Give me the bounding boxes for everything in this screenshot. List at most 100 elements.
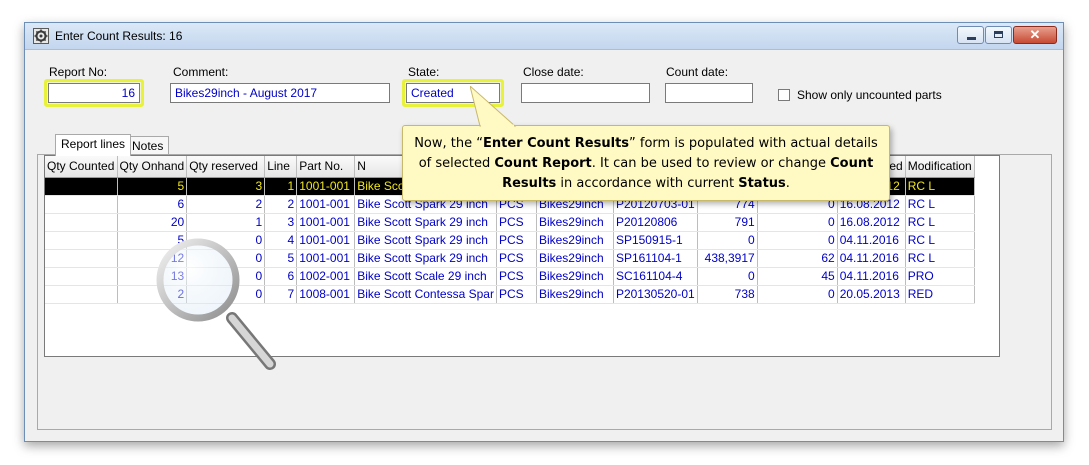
cell-batch[interactable]: P20130520-01 (613, 285, 698, 304)
col-qty-onhand[interactable]: Qty Onhand (117, 156, 188, 178)
show-uncounted-checkbox[interactable] (778, 89, 790, 101)
col-line[interactable]: Line (264, 156, 298, 178)
empty-cell (905, 321, 974, 339)
cell-received[interactable]: 20.05.2013 (837, 285, 906, 304)
empty-cell (757, 321, 837, 339)
cell-modification[interactable]: RC L (905, 177, 975, 196)
empty-cell (837, 321, 905, 339)
cell-group[interactable]: Bikes29inch (536, 231, 614, 250)
callout-text-5: . (785, 176, 790, 191)
col-qty-counted[interactable]: Qty Counted (45, 156, 118, 178)
cell-unit[interactable]: PCS (496, 267, 537, 286)
cell-qty-counted[interactable] (45, 195, 118, 214)
col-qty-reserved[interactable]: Qty reserved (186, 156, 266, 178)
cell-name[interactable]: Bike Scott Contessa Spar (354, 285, 497, 304)
cell-received[interactable]: 16.08.2012 (837, 213, 906, 232)
count-date-label: Count date: (666, 65, 729, 79)
callout-bold-2: Count Report (494, 156, 592, 171)
cell-unit[interactable]: PCS (496, 231, 537, 250)
minimize-button[interactable] (957, 26, 984, 44)
cell-part-no[interactable]: 1001-001 (296, 177, 356, 196)
cell-qty-reserved[interactable]: 3 (186, 177, 266, 196)
callout-text-1: Now, the “ (414, 136, 483, 151)
empty-cell (613, 303, 697, 321)
cell-value-b[interactable]: 0 (757, 213, 838, 232)
cell-modification[interactable]: RC L (905, 231, 975, 250)
empty-cell (905, 339, 974, 356)
comment-label: Comment: (173, 65, 229, 79)
empty-cell (355, 339, 497, 356)
cell-batch[interactable]: P20120806 (613, 213, 698, 232)
cell-qty-onhand[interactable]: 6 (117, 195, 188, 214)
col-modification[interactable]: Modification (905, 156, 975, 178)
cell-group[interactable]: Bikes29inch (536, 267, 614, 286)
comment-field[interactable]: Bikes29inch - August 2017 (170, 83, 390, 103)
cell-unit[interactable]: PCS (496, 285, 537, 304)
cell-value-a[interactable]: 0 (697, 231, 758, 250)
cell-value-a[interactable]: 0 (697, 267, 758, 286)
cell-group[interactable]: Bikes29inch (536, 285, 614, 304)
col-part-no[interactable]: Part No. (296, 156, 356, 178)
cell-qty-counted[interactable] (45, 249, 118, 268)
cell-qty-counted[interactable] (45, 267, 118, 286)
cell-value-a[interactable]: 791 (697, 213, 758, 232)
callout-text-3: . It can be used to review or change (591, 156, 831, 171)
cell-name[interactable]: Bike Scott Spark 29 inch (354, 231, 497, 250)
cell-value-b[interactable]: 0 (757, 285, 838, 304)
cell-qty-counted[interactable] (45, 285, 118, 304)
cell-qty-onhand[interactable]: 5 (117, 177, 188, 196)
empty-cell (837, 303, 905, 321)
cell-batch[interactable]: SC161104-4 (613, 267, 698, 286)
cell-modification[interactable]: RC L (905, 213, 975, 232)
cell-received[interactable]: 04.11.2016 (837, 231, 906, 250)
cell-modification[interactable]: RED (905, 285, 975, 304)
cell-line[interactable]: 2 (264, 195, 298, 214)
count-date-field[interactable] (665, 83, 753, 103)
table-row[interactable]: 20 1 3 1001-001 Bike Scott Spark 29 inch PCS B… (45, 213, 975, 232)
cell-value-b[interactable]: 62 (757, 249, 838, 268)
cell-line[interactable]: 3 (264, 213, 298, 232)
empty-cell (536, 303, 613, 321)
cell-batch[interactable]: SP161104-1 (613, 249, 698, 268)
cell-part-no[interactable]: 1001-001 (296, 195, 356, 214)
empty-cell (45, 321, 117, 339)
empty-cell (905, 303, 974, 321)
cell-group[interactable]: Bikes29inch (536, 213, 614, 232)
cell-group[interactable]: Bikes29inch (536, 249, 614, 268)
cell-value-a[interactable]: 438,3917 (697, 249, 758, 268)
cell-qty-counted[interactable] (45, 177, 118, 196)
cell-modification[interactable]: RC L (905, 195, 975, 214)
tab-notes[interactable]: Notes (126, 136, 170, 155)
cell-batch[interactable]: SP150915-1 (613, 231, 698, 250)
cell-value-a[interactable]: 738 (697, 285, 758, 304)
maximize-button[interactable] (985, 26, 1012, 44)
empty-cell (496, 339, 536, 356)
cell-name[interactable]: Bike Scott Scale 29 inch (354, 267, 497, 286)
empty-cell (355, 321, 497, 339)
cell-qty-counted[interactable] (45, 213, 118, 232)
title-bar[interactable]: Enter Count Results: 16 ✕ (25, 23, 1063, 50)
cell-part-no[interactable]: 1001-001 (296, 213, 356, 232)
cell-unit[interactable]: PCS (496, 249, 537, 268)
cell-received[interactable]: 04.11.2016 (837, 267, 906, 286)
cell-unit[interactable]: PCS (496, 213, 537, 232)
cell-modification[interactable]: PRO (905, 267, 975, 286)
cell-name[interactable]: Bike Scott Spark 29 inch (354, 249, 497, 268)
callout-bold-4: Status (738, 176, 786, 191)
tab-report-lines[interactable]: Report lines (55, 134, 132, 156)
magnifier-icon (156, 238, 276, 370)
cell-qty-onhand[interactable]: 20 (117, 213, 188, 232)
close-button[interactable]: ✕ (1013, 26, 1057, 44)
cell-received[interactable]: 04.11.2016 (837, 249, 906, 268)
report-no-field[interactable]: 16 (48, 83, 140, 103)
cell-modification[interactable]: RC L (905, 249, 975, 268)
cell-qty-reserved[interactable]: 1 (186, 213, 266, 232)
cell-value-b[interactable]: 0 (757, 231, 838, 250)
cell-name[interactable]: Bike Scott Spark 29 inch (354, 213, 497, 232)
cell-line[interactable]: 1 (264, 177, 298, 196)
empty-cell (757, 339, 837, 356)
close-date-field[interactable] (521, 83, 650, 103)
cell-qty-reserved[interactable]: 2 (186, 195, 266, 214)
cell-value-b[interactable]: 45 (757, 267, 838, 286)
cell-qty-counted[interactable] (45, 231, 118, 250)
